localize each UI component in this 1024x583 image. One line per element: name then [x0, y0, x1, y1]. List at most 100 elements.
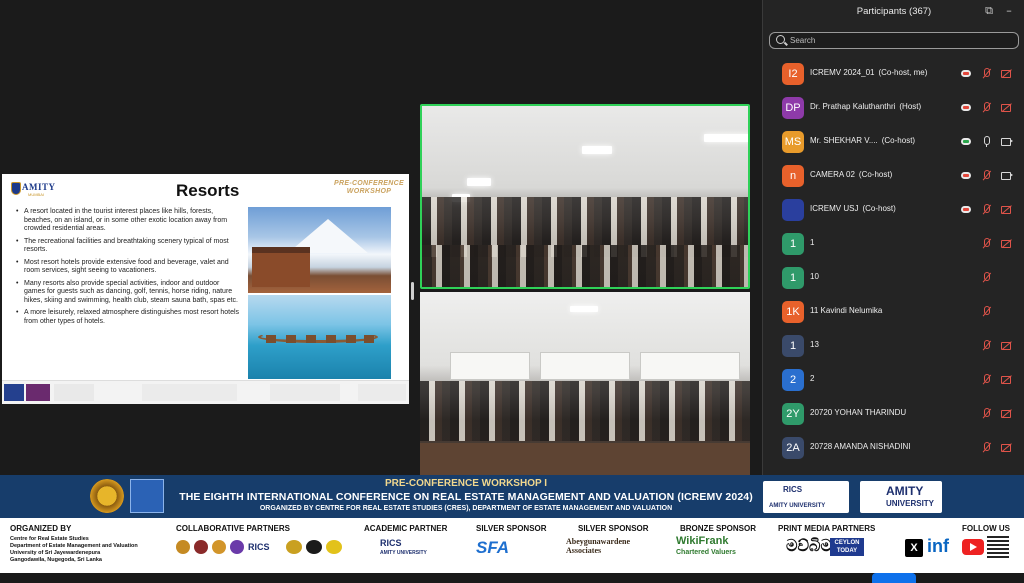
video-camera-off-icon[interactable]	[1001, 408, 1012, 419]
microphone-muted-icon[interactable]	[981, 170, 992, 181]
video-camera-off-icon[interactable]	[1001, 238, 1012, 249]
university-seal-icon	[90, 479, 124, 513]
audience	[420, 381, 750, 441]
brand-name: AMITY	[22, 182, 56, 192]
video-camera-off-icon[interactable]	[1001, 374, 1012, 385]
microphone-icon[interactable]	[981, 136, 992, 147]
participants-list: I2 ICREMV 2024_01 (Co-host, me) DP Dr. Prath…	[763, 56, 1024, 464]
microphone-muted-icon[interactable]	[981, 340, 992, 351]
participant-name: 2	[810, 374, 814, 383]
participant-name: 10	[810, 272, 819, 281]
toolbar-button[interactable]	[872, 573, 916, 583]
pop-out-icon[interactable]: ⧉	[983, 5, 995, 17]
participant-display-name: ICREMV 2024_01	[810, 68, 875, 77]
participant-row[interactable]: n CAMERA 02 (Co-host)	[763, 158, 1024, 192]
resize-handle[interactable]	[411, 282, 414, 300]
microphone-muted-icon[interactable]	[981, 68, 992, 79]
participant-role: (Host)	[899, 102, 922, 111]
participant-row[interactable]: MS Mr. SHEKHAR V.... (Co-host)	[763, 124, 1024, 158]
participant-row[interactable]: DP Dr. Prathap Kaluthanthri (Host)	[763, 90, 1024, 124]
bullet-item: The recreational facilities and breathta…	[16, 238, 242, 255]
participants-search[interactable]	[769, 32, 1019, 49]
participant-row[interactable]: 1 10	[763, 260, 1024, 294]
silver-sponsor-heading: SILVER SPONSOR	[476, 524, 547, 533]
ceiling-light	[704, 134, 748, 142]
ceylon-today-logo: CEYLON TODAY	[830, 538, 864, 556]
participant-name: 13	[810, 340, 819, 349]
sfa-logo: SFA	[476, 538, 510, 557]
participant-avatar: 1	[782, 233, 804, 255]
participant-status-icons	[961, 204, 1017, 215]
mountain-resort-photo	[248, 207, 391, 293]
participant-display-name: CAMERA 02	[810, 170, 855, 179]
room-window	[450, 352, 530, 380]
participant-display-name: 10	[810, 272, 819, 281]
slide-bullets: A resort located in the tourist interest…	[16, 208, 242, 330]
participant-display-name: 13	[810, 340, 819, 349]
microphone-muted-icon[interactable]	[981, 374, 992, 385]
microphone-muted-icon[interactable]	[981, 306, 992, 317]
participant-role: (Co-host)	[862, 204, 896, 213]
bronze-sponsor-heading: BRONZE SPONSOR	[680, 524, 757, 533]
participant-row[interactable]: I2 ICREMV 2024_01 (Co-host, me)	[763, 56, 1024, 90]
video-tile-camera-2[interactable]	[420, 292, 750, 475]
partner-logo-icon	[230, 540, 244, 554]
video-tile-camera-1[interactable]	[420, 104, 750, 289]
video-camera-icon[interactable]	[1001, 136, 1013, 147]
participant-row[interactable]: 11	[763, 226, 1024, 260]
participant-avatar: 1K	[782, 301, 804, 323]
microphone-muted-icon[interactable]	[981, 272, 992, 283]
participant-status-icons	[961, 102, 1017, 113]
participant-display-name: Mr. SHEKHAR V....	[810, 136, 878, 145]
minimize-icon[interactable]: –	[1003, 5, 1015, 17]
participant-row[interactable]: 1 13	[763, 328, 1024, 362]
video-camera-icon[interactable]	[1001, 170, 1013, 181]
participant-name: 11 Kavindi Nelumika	[810, 306, 882, 315]
microphone-muted-icon[interactable]	[981, 238, 992, 249]
participant-row[interactable]: 2Y 20720 YOHAN THARINDU	[763, 396, 1024, 430]
video-camera-off-icon[interactable]	[1001, 340, 1012, 351]
participant-row[interactable]: 1K 11 Kavindi Nelumika	[763, 294, 1024, 328]
microphone-muted-icon[interactable]	[981, 204, 992, 215]
linkedin-facebook-icon[interactable]: inf	[927, 536, 949, 557]
participant-avatar: 1	[782, 267, 804, 289]
participant-name: 1	[810, 238, 814, 247]
microphone-muted-icon[interactable]	[981, 102, 992, 113]
participant-row[interactable]: 22	[763, 362, 1024, 396]
brand-city: MUMBAI	[28, 192, 44, 197]
water-villa-photo	[248, 295, 391, 379]
microphone-muted-icon[interactable]	[981, 408, 992, 419]
participant-name: Dr. Prathap Kaluthanthri (Host)	[810, 102, 921, 111]
slide-stamp: PRE-CONFERENCE WORKSHOP	[334, 180, 404, 195]
video-camera-off-icon[interactable]	[1001, 204, 1012, 215]
organized-by-heading: ORGANIZED BY	[10, 524, 72, 533]
mawbima-logo: මව්බිම	[786, 538, 832, 555]
amity-crest-icon	[11, 182, 21, 195]
microphone-muted-icon[interactable]	[981, 442, 992, 453]
participant-row[interactable]: ICREMV USJ (Co-host)	[763, 192, 1024, 226]
qr-code-icon	[987, 536, 1009, 558]
youtube-icon[interactable]	[962, 539, 984, 555]
participant-status-icons	[961, 68, 1017, 79]
participant-status-icons	[961, 374, 1017, 385]
bullet-item: A resort located in the tourist interest…	[16, 208, 242, 234]
video-camera-off-icon[interactable]	[1001, 102, 1012, 113]
ceiling-light	[467, 178, 491, 186]
ceiling-light	[582, 146, 612, 154]
cloud-recording-icon	[961, 172, 971, 179]
academic-logo: RICS	[380, 538, 402, 548]
partner-logo-icon	[306, 540, 322, 554]
video-camera-off-icon[interactable]	[1001, 442, 1012, 453]
participant-status-icons	[961, 170, 1017, 181]
slide-title: Resorts	[176, 181, 240, 200]
academic-heading: ACADEMIC PARTNER	[364, 524, 448, 533]
x-icon[interactable]: X	[905, 539, 923, 557]
video-camera-off-icon[interactable]	[1001, 68, 1012, 79]
search-input[interactable]	[790, 34, 1010, 47]
wikifrank-logo: WikiFrank Chartered Valuers	[676, 535, 736, 557]
participant-row[interactable]: 2A 20728 AMANDA NISHADINI	[763, 430, 1024, 464]
participant-status-icons	[961, 306, 1017, 317]
ceiling-light	[570, 306, 598, 312]
participant-avatar: MS	[782, 131, 804, 153]
participants-panel: Participants (367) ⧉ – I2ICREMV 2024_01(…	[762, 0, 1024, 475]
